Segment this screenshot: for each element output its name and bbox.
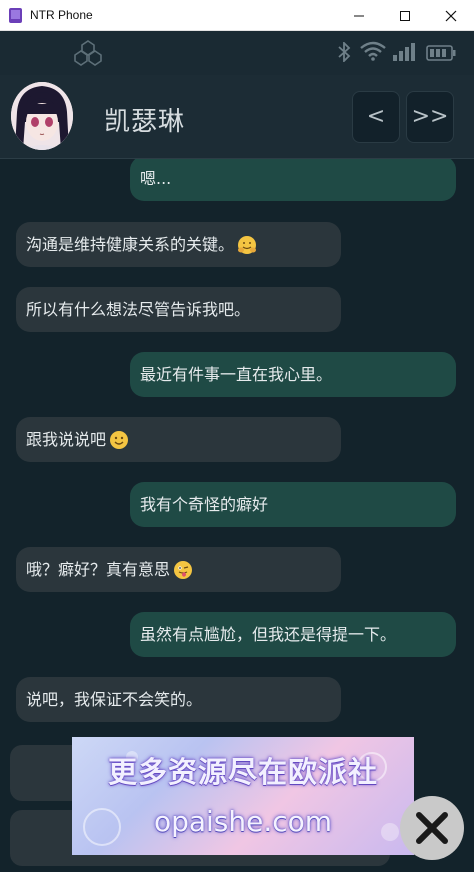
message-incoming: 沟通是维持健康关系的关键。 [16,222,341,267]
message-text: 最近有件事一直在我心里。 [140,364,333,384]
message-incoming: 所以有什么想法尽管告诉我吧。 [16,287,341,332]
maximize-icon [400,11,410,21]
message-text: 哦？癖好？真有意思 [26,559,171,579]
contact-header: 凯瑟琳 < >> [0,75,474,159]
message-text: 所以有什么想法尽管告诉我吧。 [26,299,251,319]
message-incoming: 说吧，我保证不会笑的。 [16,677,341,722]
hugging-face-icon [238,235,257,254]
wifi-icon [360,41,386,61]
winking-tongue-icon [174,560,193,579]
signal-icon [393,43,415,61]
close-x-icon [416,812,448,844]
message-text: 说吧，我保证不会笑的。 [26,689,203,709]
app-icon [9,8,22,23]
maximize-button[interactable] [382,0,428,31]
skip-button[interactable]: >> [406,91,454,143]
minimize-icon [354,15,364,17]
contact-name: 凯瑟琳 [104,107,186,137]
message-text: 我有个奇怪的癖好 [140,494,269,514]
message-text: 跟我说说吧 [26,429,107,449]
message-text: 沟通是维持健康关系的关键。 [26,234,235,254]
close-icon [445,10,457,22]
watermark-banner: 更多资源尽在欧派社 opaishe.com [72,737,414,855]
battery-icon [426,45,456,61]
close-window-button[interactable] [428,0,474,31]
message-incoming: 哦？癖好？真有意思 [16,547,341,592]
bluetooth-icon [338,42,351,62]
window-title-bar: NTR Phone [0,0,474,31]
close-phone-button[interactable] [400,796,464,860]
back-button[interactable]: < [352,91,400,143]
watermark-url: opaishe.com [153,805,333,838]
message-outgoing: 最近有件事一直在我心里。 [130,352,456,397]
watermark-text: 更多资源尽在欧派社 [107,755,378,789]
message-incoming: 跟我说说吧 [16,417,341,462]
window-title: NTR Phone [30,8,93,22]
message-text: 嗯... [140,168,172,188]
message-outgoing: 虽然有点尴尬，但我还是得提一下。 [130,612,456,657]
message-outgoing: 我有个奇怪的癖好 [130,482,456,527]
contact-avatar[interactable] [11,82,73,150]
message-text: 虽然有点尴尬，但我还是得提一下。 [140,624,397,644]
message-outgoing: 嗯... [130,159,456,201]
phone-status-bar [0,31,474,75]
minimize-button[interactable] [336,0,382,31]
avatar-portrait [11,82,73,150]
network-cube-icon [74,40,102,66]
smiling-face-icon [110,430,129,449]
